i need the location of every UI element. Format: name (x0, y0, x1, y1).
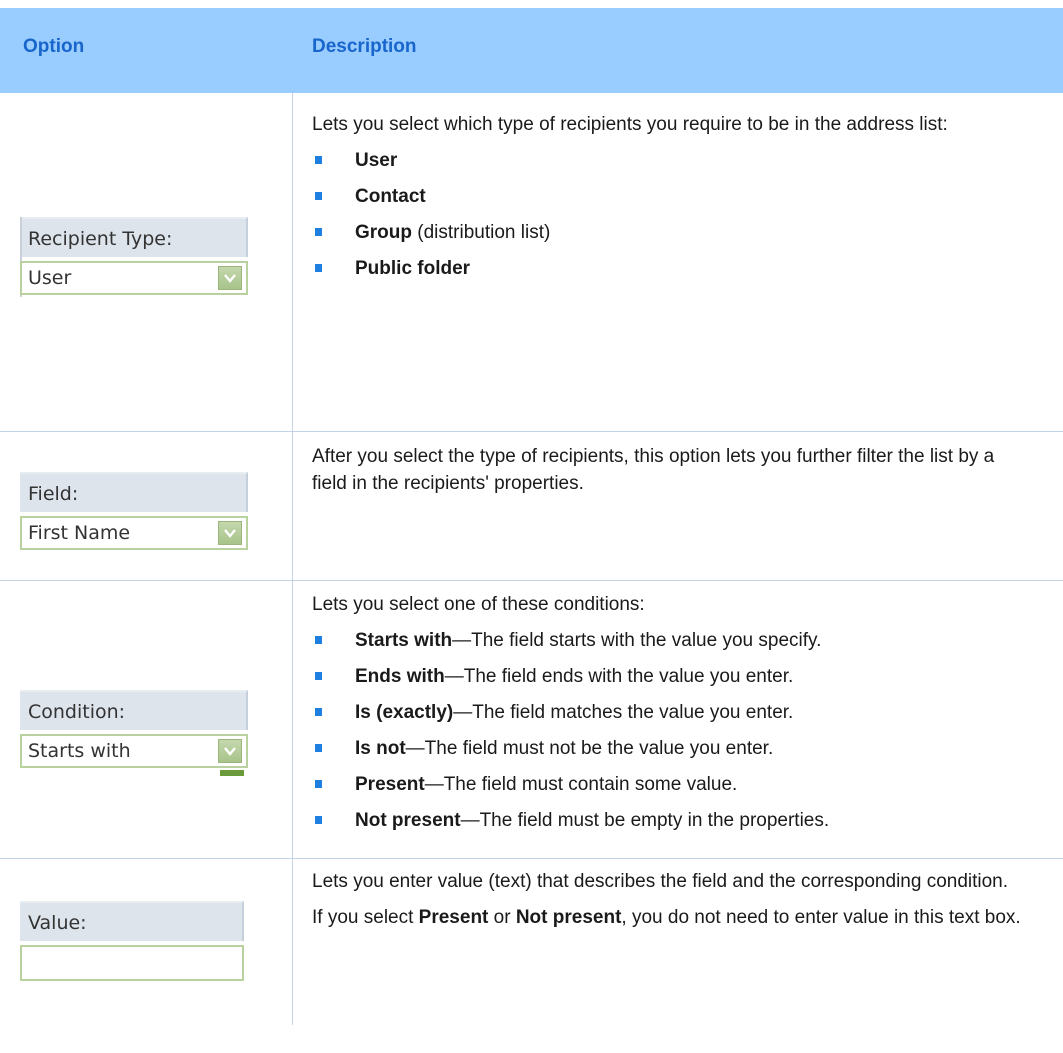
bullet-icon (315, 636, 322, 644)
bullet-icon (315, 780, 322, 788)
bullet-icon (315, 744, 322, 752)
bullet-icon (315, 816, 322, 824)
list-item: Present—The field must contain some valu… (312, 771, 1032, 798)
description-text: Lets you select which type of recipients… (312, 114, 948, 135)
recipient-type-select[interactable]: User (20, 261, 248, 295)
condition-description: Lets you select one of these conditions:… (312, 591, 1032, 843)
note-text: If you select Present or Not present, yo… (312, 907, 1021, 928)
field-description: After you select the type of recipients,… (312, 443, 1032, 506)
field-select[interactable]: First Name (20, 516, 248, 550)
list-item: Is not—The field must not be the value y… (312, 735, 1032, 762)
condition-select[interactable]: Starts with (20, 734, 248, 768)
field-label: Field: (20, 472, 248, 512)
list-item: User (312, 147, 1032, 174)
list-item: Starts with—The field starts with the va… (312, 627, 1032, 654)
option-column-header: Option (23, 36, 85, 57)
dropdown-arrow-icon[interactable] (218, 739, 242, 763)
condition-label: Condition: (20, 690, 248, 730)
condition-list: Starts with—The field starts with the va… (312, 627, 1032, 834)
recipient-type-value: User (28, 267, 72, 289)
recipient-type-widget: Recipient Type: User (20, 217, 248, 297)
table-header: Option Description (0, 8, 1063, 93)
description-text: Lets you enter value (text) that describ… (312, 871, 1009, 892)
condition-value: Starts with (28, 740, 131, 762)
description-text: After you select the type of recipients,… (312, 446, 995, 494)
list-item: Group (distribution list) (312, 219, 1032, 246)
recipient-type-label: Recipient Type: (20, 217, 248, 257)
dropdown-arrow-icon[interactable] (218, 266, 242, 290)
bullet-icon (315, 672, 322, 680)
row-divider (0, 858, 1063, 859)
bullet-icon (315, 708, 322, 716)
list-item: Contact (312, 183, 1032, 210)
list-item: Not present—The field must be empty in t… (312, 807, 1032, 834)
value-widget: Value: (20, 901, 244, 981)
row-divider (0, 431, 1063, 432)
bullet-icon (315, 228, 322, 236)
dropdown-arrow-icon[interactable] (218, 521, 242, 545)
column-divider (292, 93, 293, 1025)
bullet-icon (315, 156, 322, 164)
list-item: Ends with—The field ends with the value … (312, 663, 1032, 690)
condition-widget: Condition: Starts with (20, 690, 248, 778)
bullet-icon (315, 264, 322, 272)
value-description: Lets you enter value (text) that describ… (312, 868, 1032, 940)
list-item: Public folder (312, 255, 1032, 282)
recipient-type-description: Lets you select which type of recipients… (312, 111, 1032, 291)
bullet-icon (315, 192, 322, 200)
recipient-type-list: User Contact Group (distribution list) P… (312, 147, 1032, 282)
value-input[interactable] (20, 945, 244, 981)
row-divider (0, 580, 1063, 581)
description-text: Lets you select one of these conditions: (312, 594, 645, 615)
field-widget: Field: First Name (20, 472, 248, 550)
value-label: Value: (20, 901, 244, 941)
description-column-header: Description (312, 36, 417, 57)
field-value: First Name (28, 522, 131, 544)
list-item: Is (exactly)—The field matches the value… (312, 699, 1032, 726)
